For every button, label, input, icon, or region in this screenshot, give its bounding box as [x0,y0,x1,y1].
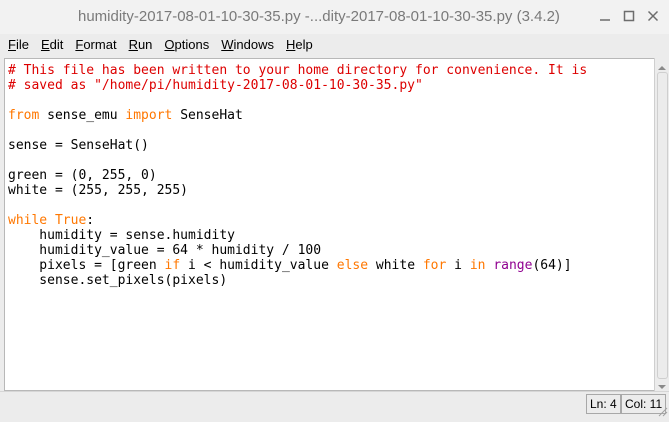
code-comment-line: # This file has been written to your hom… [8,63,588,78]
code-editor[interactable]: # This file has been written to your hom… [4,58,655,391]
menu-help[interactable]: Help [280,34,319,56]
code-text[interactable]: # This file has been written to your hom… [8,63,587,288]
code-line-humidity-value: humidity_value = 64 * humidity / 100 [8,243,322,258]
keyword-true: True [47,213,87,228]
code-pixels-c: white [368,258,423,273]
window-title: humidity-2017-08-01-10-30-35.py -...dity… [78,8,560,25]
menu-edit-label: dit [49,37,64,52]
maximize-icon[interactable] [621,8,637,24]
menu-format-label: ormat [83,37,117,52]
menu-windows[interactable]: Windows [215,34,280,56]
menu-options[interactable]: Options [158,34,215,56]
keyword-else: else [336,258,369,273]
menu-run-label: un [137,37,153,52]
builtin-range: range [493,258,533,273]
code-line-white: white = (255, 255, 255) [8,183,189,198]
code-import-name: SenseHat [172,108,243,123]
keyword-import: import [125,108,173,123]
keyword-from: from [8,108,40,123]
menu-run-mnemonic: R [128,37,138,52]
menu-run[interactable]: Run [123,34,159,56]
code-pixels-b: i < humidity_value [180,258,337,273]
code-line-green: green = (0, 255, 0) [8,168,157,183]
menu-file[interactable]: File [0,34,35,56]
close-icon[interactable] [645,8,661,24]
minimize-icon[interactable] [597,8,613,24]
window-controls [597,8,661,24]
menu-format[interactable]: Format [69,34,122,56]
menu-help-mnemonic: H [286,37,296,52]
scroll-up-icon[interactable] [657,60,667,70]
title-bar: humidity-2017-08-01-10-30-35.py -...dity… [0,0,669,34]
keyword-for: for [422,258,447,273]
code-line-humidity: humidity = sense.humidity [8,228,235,243]
code-line-sense: sense = SenseHat() [8,138,149,153]
vertical-scrollbar[interactable] [654,58,669,391]
status-line: Ln: 4 [586,394,621,414]
menu-options-label: ptions [174,37,210,52]
menu-file-label: ile [15,37,29,52]
menu-edit[interactable]: Edit [35,34,69,56]
code-pixels-d: i [446,258,470,273]
scrollbar-thumb[interactable] [657,72,668,379]
menu-windows-mnemonic: W [221,37,234,52]
code-comment-line: # saved as "/home/pi/humidity-2017-08-01… [8,78,423,93]
menu-edit-mnemonic: E [40,37,50,52]
status-bar: Ln: 4 Col: 11 [0,391,669,417]
keyword-in: in [469,258,486,273]
menu-file-mnemonic: F [8,37,16,52]
scroll-down-icon[interactable] [657,379,667,389]
keyword-if: if [164,258,181,273]
code-pixels-a: pixels = [green [8,258,165,273]
menu-windows-label: indows [233,37,274,52]
menu-help-label: elp [295,37,313,52]
code-module: sense_emu [39,108,126,123]
resize-grip-icon[interactable] [656,404,668,417]
code-colon: : [86,213,95,228]
menu-bar: File Edit Format Run Options Windows Hel… [0,34,669,56]
code-pixels-f: (64)] [532,258,572,273]
menu-options-mnemonic: O [164,37,175,52]
code-line-set-pixels: sense.set_pixels(pixels) [8,273,228,288]
keyword-while: while [8,213,48,228]
